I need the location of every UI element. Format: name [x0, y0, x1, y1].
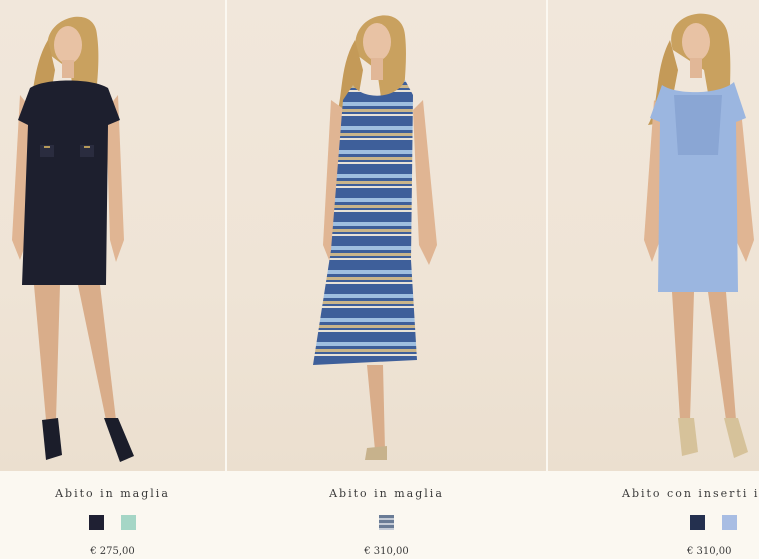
color-swatch-mint[interactable]: [121, 515, 137, 530]
color-swatch-navy[interactable]: [690, 515, 705, 530]
product-image[interactable]: [227, 0, 546, 471]
color-swatch-blue-stripe[interactable]: [379, 515, 394, 530]
model-photo: [12, 16, 134, 462]
product-card[interactable]: Abito con inserti in pizzo € 310,00: [548, 0, 759, 559]
product-card[interactable]: Abito in maglia € 275,00: [0, 0, 225, 559]
product-name[interactable]: Abito con inserti in pizzo: [622, 487, 759, 500]
color-swatches: [684, 515, 743, 531]
color-swatch-navy[interactable]: [88, 515, 104, 530]
product-name[interactable]: Abito in maglia: [0, 487, 225, 500]
color-swatches: [0, 515, 225, 531]
product-price: € 310,00: [687, 546, 732, 557]
product-image[interactable]: [548, 0, 759, 471]
model-photo: [644, 13, 754, 458]
product-price: € 275,00: [90, 546, 135, 557]
color-swatch-light-blue[interactable]: [722, 515, 738, 530]
product-name[interactable]: Abito in maglia: [227, 487, 546, 500]
model-photo: [313, 15, 437, 460]
product-image[interactable]: [0, 0, 225, 471]
color-swatches: [227, 515, 546, 531]
product-grid: Abito in maglia € 275,00 Abito in maglia…: [0, 0, 759, 559]
product-price: € 310,00: [364, 546, 409, 557]
product-card[interactable]: Abito in maglia € 310,00: [227, 0, 546, 559]
